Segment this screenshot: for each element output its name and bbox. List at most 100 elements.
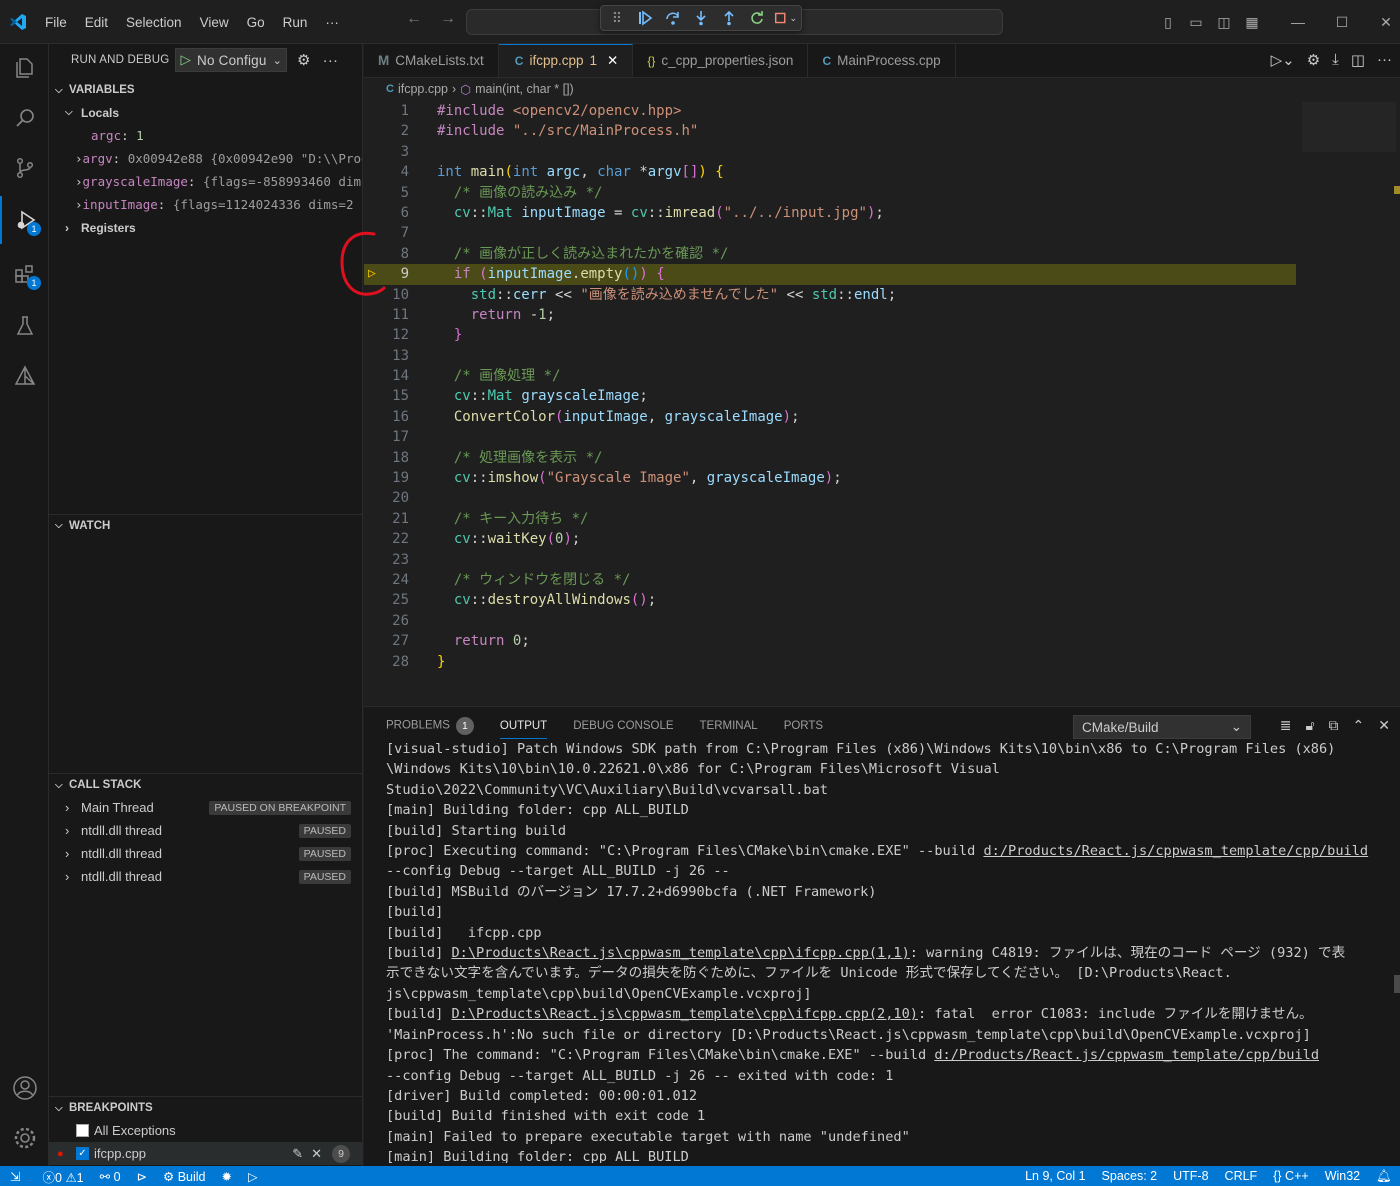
output-log[interactable]: [visual-studio] Patch Windows SDK path f…: [386, 739, 1386, 1163]
breadcrumb-file[interactable]: ifcpp.cpp: [398, 82, 448, 96]
menu-file[interactable]: File: [36, 15, 76, 30]
platform[interactable]: Win32: [1317, 1169, 1368, 1183]
launch-run-icon[interactable]: ▷: [240, 1169, 266, 1184]
menu-run[interactable]: Run: [274, 15, 317, 30]
scrollbar[interactable]: [1394, 186, 1400, 194]
minimize-icon[interactable]: —: [1284, 14, 1312, 30]
maximize-icon[interactable]: ☐: [1328, 14, 1356, 31]
thread-row[interactable]: › ntdll.dll thread PAUSED: [49, 842, 362, 865]
settings-gear-icon[interactable]: ⚙: [1307, 51, 1320, 69]
output-link[interactable]: D:\Products\React.js\cppwasm_template\cp…: [451, 945, 909, 961]
language-mode[interactable]: {} C++: [1265, 1169, 1316, 1183]
drag-grip-icon[interactable]: ⠿: [605, 8, 629, 28]
checkbox-unchecked[interactable]: [76, 1124, 89, 1137]
remote-indicator-icon[interactable]: ⇲: [0, 1169, 34, 1184]
stop-icon[interactable]: ⌄: [773, 8, 797, 28]
debug-status-icon[interactable]: ⊳: [129, 1169, 155, 1184]
settings-gear-icon[interactable]: ⚙: [297, 51, 311, 69]
output-link[interactable]: d:/Products/React.js/cppwasm_template/cp…: [934, 1047, 1319, 1063]
more-actions-icon[interactable]: ···: [1377, 51, 1392, 69]
close-panel-icon[interactable]: ✕: [1378, 717, 1390, 734]
tab-ifcpp[interactable]: Cifcpp.cpp 1 ✕: [498, 44, 634, 77]
debug-bug-icon[interactable]: ✹: [214, 1169, 240, 1184]
thread-row[interactable]: › ntdll.dll thread PAUSED: [49, 819, 362, 842]
thread-row[interactable]: › ntdll.dll thread PAUSED: [49, 865, 362, 888]
variables-section-header[interactable]: ⌵ VARIABLES: [49, 79, 362, 101]
notifications-bell-icon[interactable]: 🔔︎: [1368, 1169, 1400, 1184]
step-out-icon[interactable]: [717, 8, 741, 28]
account-icon[interactable]: [0, 1064, 49, 1112]
menu-more[interactable]: ···: [316, 15, 348, 30]
variable-row[interactable]: argc: 1: [49, 124, 362, 147]
close-window-icon[interactable]: ✕: [1372, 14, 1400, 31]
tab-terminal[interactable]: TERMINAL: [700, 720, 758, 732]
testing-icon[interactable]: [0, 302, 49, 350]
variable-row[interactable]: ›grayscaleImage: {flags=-858993460 dims=…: [49, 170, 362, 193]
clear-output-icon[interactable]: ⧉: [1329, 717, 1339, 734]
thread-row[interactable]: › Main Thread PAUSED ON BREAKPOINT: [49, 796, 362, 819]
edit-pencil-icon[interactable]: ✎: [292, 1146, 303, 1162]
indentation[interactable]: Spaces: 2: [1094, 1169, 1166, 1183]
source-control-icon[interactable]: [0, 144, 49, 192]
vscode-logo-icon[interactable]: [8, 12, 28, 32]
breadcrumb-symbol[interactable]: main(int, char * []): [475, 82, 574, 96]
forward-arrow-icon[interactable]: →: [440, 10, 456, 28]
breakpoint-row[interactable]: ● ✓ ifcpp.cpp ✎ ✕ 9: [49, 1142, 362, 1165]
tab-c-cpp-properties[interactable]: {} c_cpp_properties.json: [633, 44, 809, 77]
call-stack-section-header[interactable]: ⌵ CALL STACK: [49, 774, 362, 796]
search-icon[interactable]: [0, 94, 49, 142]
step-over-icon[interactable]: [661, 8, 685, 28]
word-wrap-icon[interactable]: ≣: [1280, 717, 1292, 734]
breakpoints-section-header[interactable]: ⌵ BREAKPOINTS: [49, 1097, 362, 1119]
problems-status[interactable]: ⓧ0 ⚠1: [34, 1167, 91, 1186]
cmake-icon[interactable]: [0, 352, 49, 400]
cursor-position[interactable]: Ln 9, Col 1: [1017, 1169, 1093, 1183]
run-and-debug-icon[interactable]: 1: [0, 196, 49, 244]
start-debug-icon[interactable]: ▷: [180, 52, 191, 68]
maximize-panel-icon[interactable]: ⌃: [1353, 717, 1365, 734]
registers-scope[interactable]: › Registers: [49, 216, 362, 239]
toggle-sidebar-icon[interactable]: ▯: [1154, 14, 1182, 31]
remove-x-icon[interactable]: ✕: [311, 1146, 322, 1162]
tab-cmakelists[interactable]: M CMakeLists.txt: [364, 44, 499, 77]
toggle-panel-icon[interactable]: ▭: [1182, 14, 1210, 31]
toggle-secondary-sidebar-icon[interactable]: ◫: [1210, 14, 1238, 31]
manage-gear-icon[interactable]: [0, 1114, 49, 1162]
step-into-icon[interactable]: [689, 8, 713, 28]
close-tab-icon[interactable]: ✕: [607, 53, 618, 69]
cmake-build-status[interactable]: ⚙ Build: [155, 1169, 214, 1184]
ports-status[interactable]: ⚯ 0: [92, 1169, 129, 1184]
code-editor[interactable]: 1 #include <opencv2/opencv.hpp> 2 #include…: [364, 101, 1400, 672]
variable-row[interactable]: ›inputImage: {flags=1124024336 dims=2 ro…: [49, 193, 362, 216]
launch-config-select[interactable]: ▷ No Configu ⌄: [175, 48, 288, 72]
tab-output[interactable]: OUTPUT: [499, 720, 548, 739]
run-debug-icon[interactable]: ▷⌄: [1271, 51, 1295, 69]
output-link[interactable]: D:\Products\React.js\cppwasm_template\cp…: [451, 1006, 918, 1022]
split-editor-icon[interactable]: ◫: [1351, 51, 1365, 69]
encoding[interactable]: UTF-8: [1165, 1169, 1216, 1183]
line-ending[interactable]: CRLF: [1217, 1169, 1266, 1183]
continue-icon[interactable]: [633, 8, 657, 28]
locals-scope[interactable]: ⌵ Locals: [49, 101, 362, 124]
menu-go[interactable]: Go: [238, 15, 274, 30]
extensions-icon[interactable]: 1: [0, 250, 49, 298]
tab-problems[interactable]: PROBLEMS 1: [386, 717, 474, 735]
menu-edit[interactable]: Edit: [76, 15, 117, 30]
explorer-icon[interactable]: [0, 44, 49, 92]
more-actions-icon[interactable]: ···: [323, 52, 339, 69]
menu-selection[interactable]: Selection: [117, 15, 191, 30]
checkbox-checked[interactable]: ✓: [76, 1147, 89, 1160]
breakpoint-row[interactable]: All Exceptions: [49, 1119, 362, 1142]
output-link[interactable]: d:/Products/React.js/cppwasm_template/cp…: [983, 843, 1368, 859]
tab-ports[interactable]: PORTS: [784, 720, 823, 732]
customize-layout-icon[interactable]: ▦: [1238, 14, 1266, 31]
back-arrow-icon[interactable]: ←: [406, 10, 422, 28]
download-icon[interactable]: ⤓: [1332, 51, 1339, 69]
variable-row[interactable]: ›argv: 0x00942e88 {0x00942e90 "D:\\Produ…: [49, 147, 362, 170]
watch-section-header[interactable]: ⌵ WATCH: [49, 514, 362, 536]
lock-scroll-icon[interactable]: 🔓︎: [1305, 717, 1314, 734]
restart-icon[interactable]: [745, 8, 769, 28]
tab-mainprocess[interactable]: C MainProcess.cpp: [808, 44, 956, 77]
tab-debug-console[interactable]: DEBUG CONSOLE: [573, 720, 673, 732]
panel-scrollbar[interactable]: [1394, 975, 1400, 993]
